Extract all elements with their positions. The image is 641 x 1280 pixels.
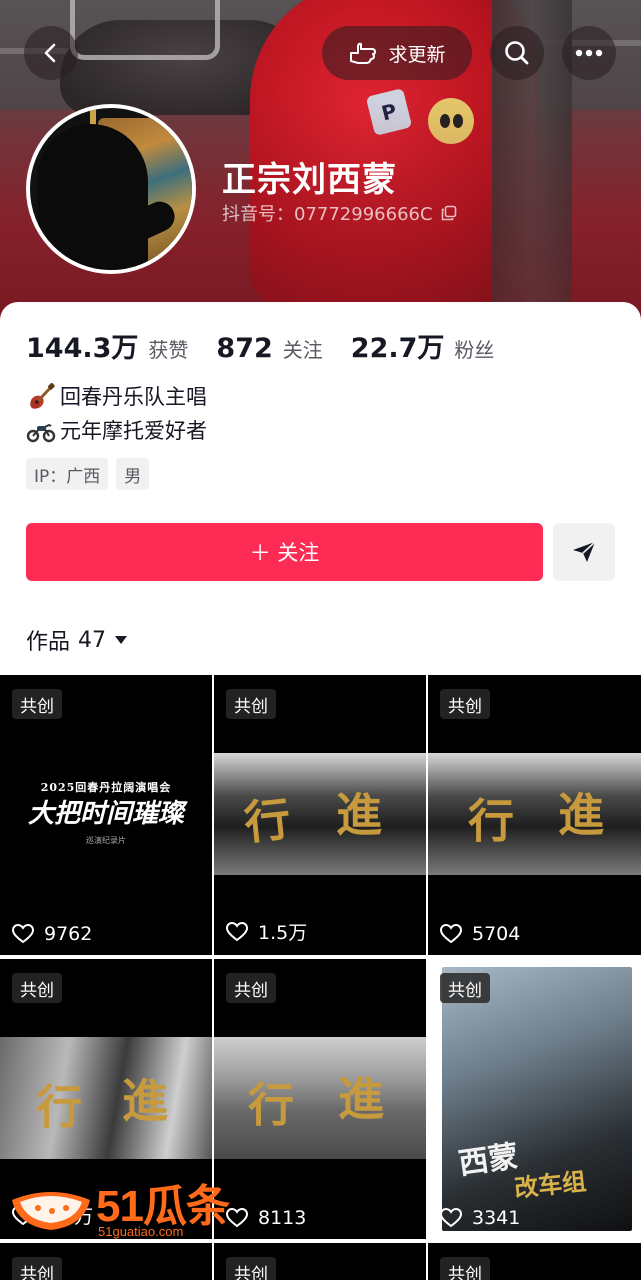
like-count-text: 3341 [472,1207,521,1229]
like-count-text: 8113 [258,1207,307,1229]
watermark-brand: 51瓜条 [96,1182,230,1231]
video-tile[interactable]: 共创 [214,1243,426,1280]
co-create-badge: 共创 [12,973,62,1003]
like-count-text: 5704 [472,923,521,945]
back-button[interactable] [24,26,78,80]
request-update-button[interactable]: 求更新 [322,26,472,80]
guitar-icon [30,382,55,409]
video-tile[interactable]: 西蒙 改车组 共创 3341 [428,959,641,1239]
message-button[interactable] [553,523,615,581]
follow-button[interactable]: ＋ 关注 [26,523,543,581]
heart-icon [12,924,34,944]
gender-tag: 男 [116,458,150,490]
pointing-hand-icon [350,42,377,64]
more-dots-icon [575,49,603,57]
heart-icon [440,1208,462,1228]
tag-row: IP：广西 男 [26,458,150,490]
stat-number: 872 [216,333,273,364]
tile-caption: 進 [122,1074,168,1128]
watermelon-logo-icon [12,1192,90,1230]
tile-caption: 進 [558,788,604,842]
like-count-text: 1.5万 [258,922,308,944]
stat-number: 22.7万 [350,333,445,364]
like-count: 5704 [440,923,520,945]
like-count: 3341 [440,1207,520,1229]
request-update-label: 求更新 [388,43,446,66]
watermark-url: 51guatiao.com [98,1224,184,1239]
ip-location-tag: IP：广西 [26,458,109,490]
like-count: 9762 [12,923,92,945]
stat-following[interactable]: 872 关注 [216,333,322,364]
search-button[interactable] [490,26,544,80]
bio-text: 回春丹乐队主唱 [60,385,207,409]
motorcycle-icon [26,423,56,443]
works-label: 作品 [26,630,71,655]
send-icon [573,541,596,562]
stats-row: 144.3万 获赞 872 关注 22.7万 粉丝 [26,326,522,365]
search-icon [505,41,529,65]
bio: 回春丹乐队主唱 元年摩托爱好者 [26,380,207,448]
co-create-badge: 共创 [226,973,276,1003]
tile-caption: 巡演纪录片 [86,836,126,845]
stat-number: 144.3万 [26,333,139,364]
display-name: 正宗刘西蒙 [222,160,397,200]
stat-label: 获赞 [148,338,189,362]
co-create-badge: 共创 [440,1257,490,1280]
tile-caption: 進 [338,1072,384,1126]
avatar[interactable] [26,104,196,274]
more-button[interactable] [562,26,616,80]
caret-down-icon [115,636,128,644]
tile-caption: 西蒙 [456,1138,521,1182]
video-tile[interactable]: 行 進 共创 8113 [214,959,426,1239]
co-create-badge: 共创 [226,1257,276,1280]
douyin-id-text: 抖音号：07772996666C [222,204,433,225]
tile-caption: 行 [248,1078,294,1132]
co-create-badge: 共创 [226,689,276,719]
video-tile[interactable]: 共创 [428,1243,641,1280]
copy-icon[interactable] [441,205,457,221]
tab-works[interactable]: 作品 47 [26,624,128,656]
watermark: 51瓜条 51guatiao.com [6,1180,230,1239]
video-tile[interactable]: 行 進 共创 1.5万 [214,675,426,955]
video-tile[interactable]: 共创 [0,1243,212,1280]
like-count: 8113 [226,1207,306,1229]
co-create-badge: 共创 [440,689,490,719]
video-tile[interactable]: 2025回春丹拉阔演唱会 大把时间璀璨 巡演纪录片 共创 9762 [0,675,212,955]
video-tile[interactable]: 行 進 共创 5704 [428,675,641,955]
heart-icon [226,1208,248,1228]
co-create-badge: 共创 [12,1257,62,1280]
stat-label: 关注 [282,338,323,362]
stat-label: 粉丝 [454,338,495,362]
co-create-badge: 共创 [440,973,490,1003]
bio-text: 元年摩托爱好者 [60,419,207,443]
stat-followers[interactable]: 22.7万 粉丝 [351,326,495,365]
tile-caption: 進 [336,788,382,842]
stat-likes: 144.3万 获赞 [26,326,188,365]
like-count: 1.5万 [226,918,307,945]
co-create-badge: 共创 [12,689,62,719]
tile-caption: 改车组 [512,1166,588,1203]
tile-caption: 行 [36,1080,82,1134]
chevron-left-icon [44,43,56,63]
heart-icon [226,921,248,941]
douyin-id[interactable]: 抖音号：07772996666C [222,200,457,226]
tile-caption: 行 [468,794,514,848]
like-count-text: 9762 [44,923,93,945]
works-count: 47 [78,627,107,653]
heart-icon [440,924,462,944]
bio-line: 元年摩托爱好者 [26,414,207,448]
bio-line: 回春丹乐队主唱 [26,380,207,414]
tile-caption: 大把时间璀璨 [27,799,184,829]
tile-caption: 行 [241,791,294,851]
